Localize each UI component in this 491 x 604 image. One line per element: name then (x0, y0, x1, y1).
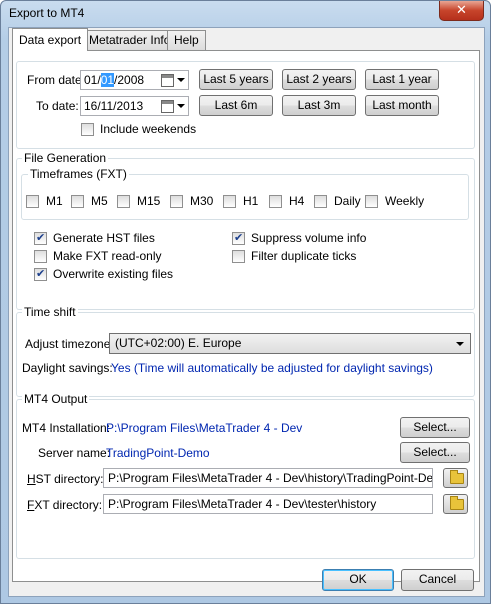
from-date-label: From date: (27, 73, 86, 87)
suppress-volume-label: Suppress volume info (251, 231, 367, 245)
tab-data-export[interactable]: Data export (12, 28, 89, 51)
timeframe-h1-label: H1 (243, 194, 259, 208)
include-weekends-checkbox[interactable] (81, 123, 94, 136)
file-generation-group: File Generation Timeframes (FXT) M1 M5 M… (16, 151, 475, 310)
daylight-savings-label: Daylight savings: (22, 361, 113, 375)
server-name-label: Server name: (38, 446, 111, 460)
timeframe-h4-checkbox[interactable] (269, 195, 282, 208)
mt4-installation-label: MT4 Installation: (22, 421, 111, 435)
suppress-volume-checkbox[interactable] (232, 231, 245, 245)
title-bar[interactable]: Export to MT4 ✕ (1, 1, 490, 27)
adjust-timezone-label: Adjust timezone: (25, 337, 114, 351)
chevron-down-icon[interactable] (177, 104, 185, 108)
include-weekends-label: Include weekends (100, 122, 197, 136)
fxt-readonly-label: Make FXT read-only (53, 249, 162, 263)
hst-directory-field[interactable]: P:\Program Files\MetaTrader 4 - Dev\hist… (103, 468, 433, 488)
from-date-year: /2008 (114, 73, 145, 87)
time-shift-group: Time shift Adjust timezone: (UTC+02:00) … (16, 305, 475, 397)
timeframe-m30-checkbox[interactable] (170, 195, 183, 208)
tab-label: Help (174, 33, 199, 47)
browse-fxt-button[interactable] (443, 494, 468, 514)
filter-duplicates-checkbox[interactable] (232, 250, 245, 263)
calendar-icon[interactable] (161, 74, 174, 87)
to-date-picker[interactable]: 16/11/2013 (80, 96, 189, 116)
window-title: Export to MT4 (9, 6, 85, 20)
timeframe-m15-checkbox[interactable] (117, 195, 130, 208)
timeframe-m1-label: M1 (46, 194, 63, 208)
timeframe-daily-checkbox[interactable] (314, 195, 327, 208)
mt4-output-legend: MT4 Output (22, 392, 90, 406)
from-date-picker[interactable]: 01/01/2008 (80, 70, 189, 90)
timeframes-group: Timeframes (FXT) M1 M5 M15 M30 H1 H4 Dai… (21, 167, 469, 220)
timeframes-legend: Timeframes (FXT) (28, 167, 129, 181)
browse-hst-button[interactable] (443, 468, 468, 488)
fxt-directory-field[interactable]: P:\Program Files\MetaTrader 4 - Dev\test… (103, 494, 433, 514)
last-2-years-button[interactable]: Last 2 years (282, 69, 356, 90)
dialog-client: Data export Metatrader Info Help From da… (8, 27, 485, 597)
cancel-button[interactable]: Cancel (401, 569, 474, 591)
timezone-select[interactable]: (UTC+02:00) E. Europe (109, 333, 471, 354)
to-date-value: 16/11/2013 (84, 99, 144, 113)
last-3m-button[interactable]: Last 3m (282, 95, 356, 116)
folder-icon (450, 470, 464, 484)
select-installation-button[interactable]: Select... (400, 417, 470, 438)
last-5-years-button[interactable]: Last 5 years (199, 69, 273, 90)
generate-hst-checkbox[interactable] (34, 231, 47, 245)
last-6m-button[interactable]: Last 6m (199, 95, 273, 116)
last-1-year-button[interactable]: Last 1 year (365, 69, 439, 90)
daylight-savings-value: Yes (Time will automatically be adjusted… (111, 361, 433, 375)
select-server-button[interactable]: Select... (400, 442, 470, 463)
mt4-installation-value: P:\Program Files\MetaTrader 4 - Dev (106, 421, 303, 435)
server-name-value: TradingPoint-Demo (106, 446, 210, 460)
date-range-group: From date: 01/01/2008 To date: 16/11/201… (16, 61, 475, 149)
close-icon: ✕ (456, 2, 467, 17)
file-generation-legend: File Generation (22, 151, 109, 165)
timeframe-weekly-checkbox[interactable] (365, 195, 378, 208)
to-date-label: To date: (36, 99, 79, 113)
calendar-icon[interactable] (161, 100, 174, 113)
folder-icon (450, 496, 464, 510)
chevron-down-icon[interactable] (177, 78, 185, 82)
fxt-readonly-checkbox[interactable] (34, 250, 47, 263)
timeframe-weekly-label: Weekly (385, 194, 425, 208)
timezone-value: (UTC+02:00) E. Europe (115, 336, 242, 350)
from-date-day: 01/ (84, 73, 101, 87)
timeframe-m5-label: M5 (91, 194, 108, 208)
timeframe-m30-label: M30 (190, 194, 214, 208)
timeframe-m15-label: M15 (137, 194, 161, 208)
generate-hst-label: Generate HST files (53, 231, 155, 245)
close-button[interactable]: ✕ (439, 1, 484, 21)
tab-metatrader-info[interactable]: Metatrader Info (82, 30, 178, 50)
timeframe-h4-label: H4 (289, 194, 305, 208)
export-dialog: Export to MT4 ✕ Data export Metatrader I… (0, 0, 491, 604)
timeframe-h1-checkbox[interactable] (223, 195, 236, 208)
filter-duplicates-label: Filter duplicate ticks (251, 249, 357, 263)
data-export-panel: From date: 01/01/2008 To date: 16/11/201… (12, 50, 480, 582)
time-shift-legend: Time shift (22, 305, 78, 319)
timeframe-daily-label: Daily (334, 194, 361, 208)
tab-label: Metatrader Info (89, 33, 171, 47)
mt4-output-group: MT4 Output MT4 Installation: P:\Program … (16, 392, 475, 559)
timeframe-m1-checkbox[interactable] (26, 195, 39, 208)
chevron-down-icon (456, 342, 464, 346)
fxt-directory-label: FXT directory: (27, 498, 103, 512)
hst-directory-label: HST directory: (27, 472, 104, 486)
timeframe-m5-checkbox[interactable] (71, 195, 84, 208)
overwrite-files-label: Overwrite existing files (53, 267, 174, 281)
overwrite-files-checkbox[interactable] (34, 267, 47, 281)
tab-help[interactable]: Help (167, 30, 206, 50)
tab-label: Data export (19, 33, 82, 47)
last-month-button[interactable]: Last month (365, 95, 439, 116)
ok-button[interactable]: OK (322, 569, 394, 591)
from-date-month-selected: 01 (100, 73, 115, 87)
